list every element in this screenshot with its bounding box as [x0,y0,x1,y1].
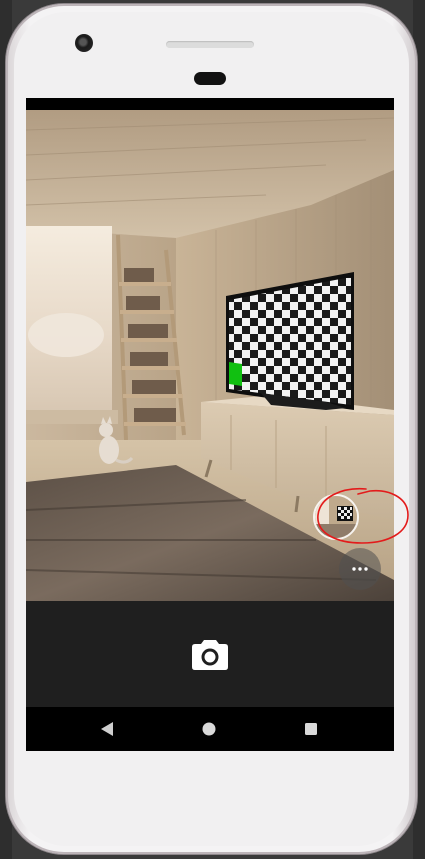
shutter-button[interactable] [190,634,230,674]
last-photo-thumbnail [315,496,357,538]
front-camera-lens [75,34,93,52]
speaker-grille [166,41,254,48]
device-screen [26,98,394,751]
camera-control-bar [26,601,394,707]
nav-recents-button[interactable] [301,719,321,739]
recents-square-icon [305,723,317,735]
system-navigation-bar [26,707,394,751]
earpiece [194,72,226,85]
more-options-button[interactable] [339,548,381,590]
camera-icon [192,640,228,670]
last-photo-thumbnail-button[interactable] [313,494,359,540]
more-horizontal-icon [352,567,368,571]
status-bar [26,98,394,110]
home-circle-icon [202,722,216,736]
nav-back-button[interactable] [97,719,117,739]
back-triangle-icon [101,722,113,736]
nav-home-button[interactable] [199,719,219,739]
